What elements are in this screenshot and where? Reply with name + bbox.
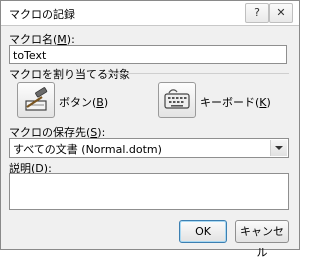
assign-keyboard-label: キーボード(K) bbox=[200, 96, 271, 109]
help-button[interactable]: ? bbox=[245, 3, 269, 23]
cancel-button[interactable]: キャンセル bbox=[235, 220, 289, 259]
record-macro-dialog: マクロの記録 ? ✕ マクロ名(M): toText マクロを割り当てる対象 ボ… bbox=[0, 0, 300, 259]
assign-button-label: ボタン(B) bbox=[59, 96, 109, 109]
assign-group-label: マクロを割り当てる対象 bbox=[9, 68, 130, 81]
dialog-title: マクロの記録 bbox=[9, 8, 75, 21]
macro-name-input[interactable]: toText bbox=[9, 45, 287, 64]
ok-button[interactable]: OK bbox=[179, 220, 227, 243]
assign-keyboard-button[interactable] bbox=[158, 82, 196, 118]
assign-button-button[interactable] bbox=[17, 82, 55, 118]
chevron-down-icon[interactable] bbox=[270, 140, 287, 156]
group-divider bbox=[106, 73, 289, 74]
store-macro-value: すべての文書 (Normal.dotm) bbox=[13, 143, 162, 156]
description-textarea[interactable] bbox=[9, 173, 289, 210]
close-button[interactable]: ✕ bbox=[269, 3, 293, 23]
store-macro-select[interactable]: すべての文書 (Normal.dotm) bbox=[9, 138, 289, 158]
title-bar: マクロの記録 ? ✕ bbox=[1, 1, 299, 26]
